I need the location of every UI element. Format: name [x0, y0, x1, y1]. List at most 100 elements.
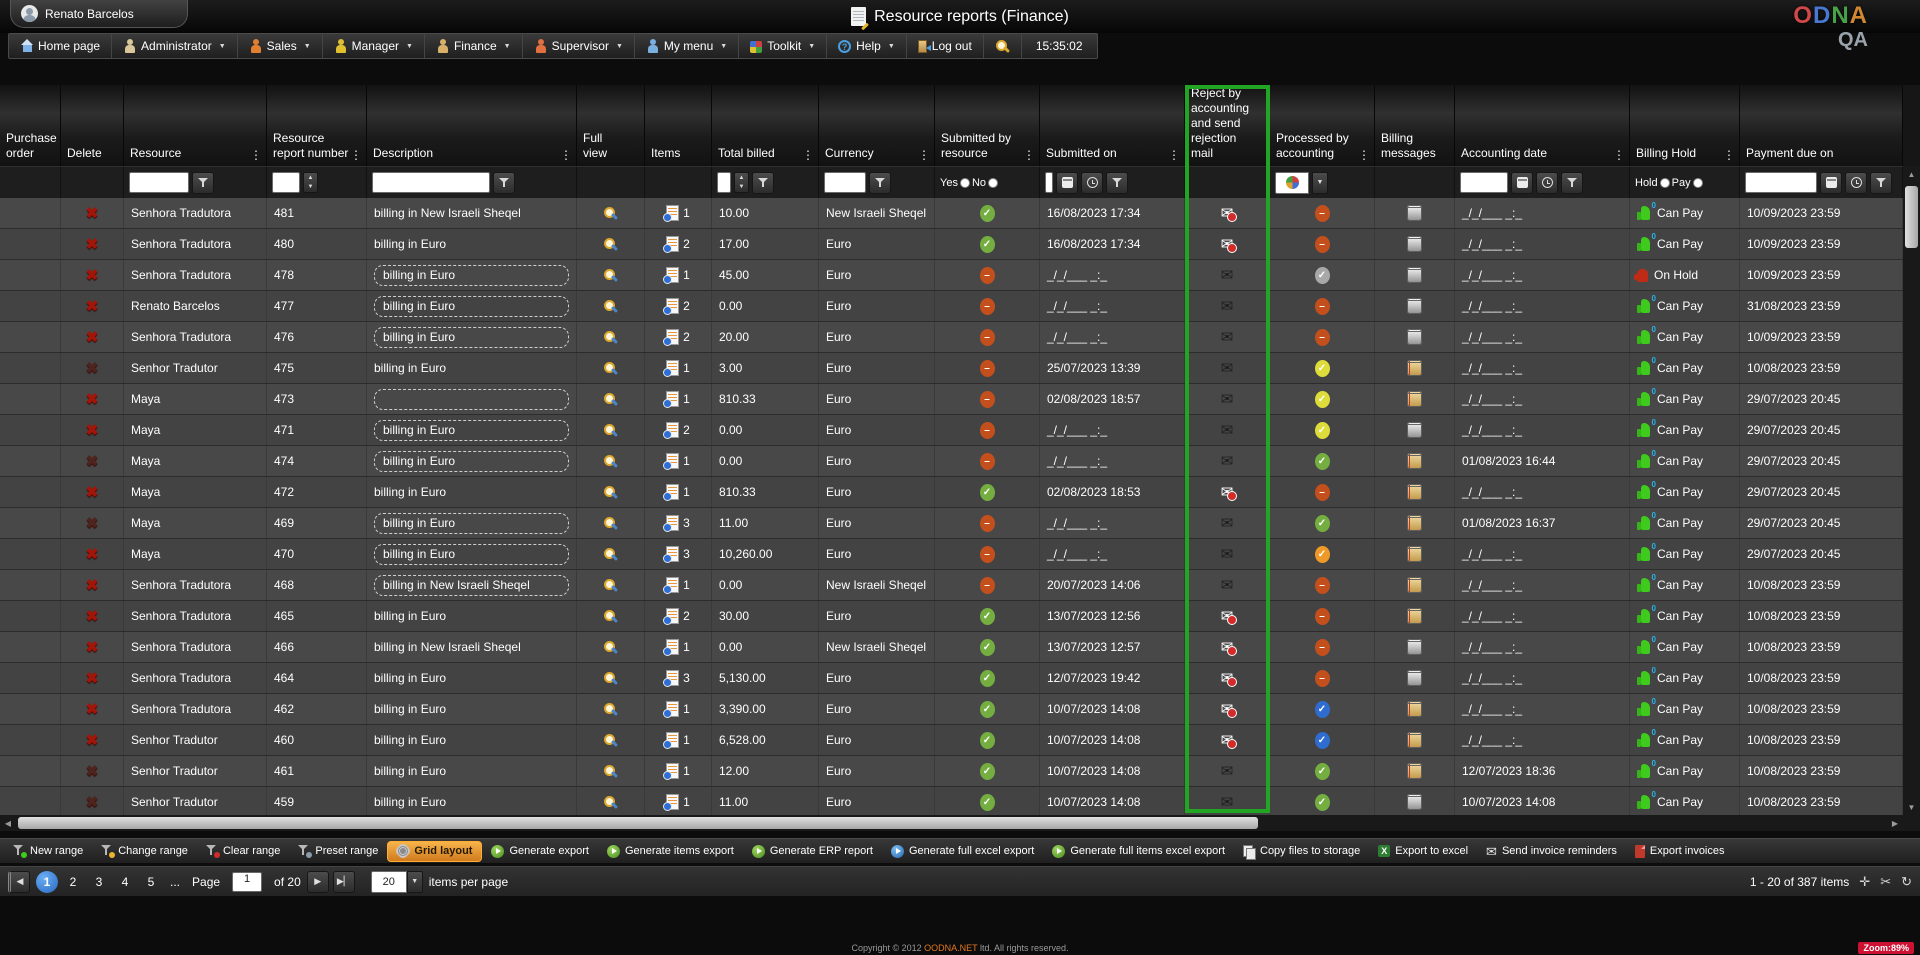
status-orange-icon[interactable]: ✓: [1315, 546, 1330, 563]
delete-icon[interactable]: ✖: [86, 266, 99, 284]
status-yes-icon[interactable]: ✓: [980, 670, 995, 687]
can-pay-icon[interactable]: 0: [1637, 764, 1652, 778]
description-input[interactable]: billing in Euro: [374, 451, 569, 472]
status-green-icon[interactable]: ✓: [1315, 515, 1330, 532]
filter-icon[interactable]: [192, 172, 214, 194]
scroll-left-icon[interactable]: ◀: [0, 815, 16, 831]
items-icon[interactable]: [666, 453, 679, 469]
pay-radio[interactable]: [1693, 178, 1703, 188]
full-view-icon[interactable]: [603, 702, 618, 717]
delete-icon[interactable]: ✖: [86, 483, 99, 501]
status-minus-icon[interactable]: –: [980, 391, 995, 408]
mail-icon[interactable]: ✉: [1221, 299, 1234, 314]
billing-messages-icon[interactable]: [1407, 453, 1422, 469]
column-menu-icon[interactable]: ⋮: [1358, 150, 1370, 160]
delete-icon[interactable]: ✖: [86, 328, 99, 346]
status-minus-icon[interactable]: –: [980, 422, 995, 439]
billing-messages-icon[interactable]: [1407, 794, 1422, 810]
full-view-icon[interactable]: [603, 516, 618, 531]
full-view-icon[interactable]: [603, 361, 618, 376]
billing-messages-icon[interactable]: [1407, 546, 1422, 562]
menu-item-administrator[interactable]: Administrator▼: [112, 34, 238, 58]
page-number-3[interactable]: 3: [88, 871, 110, 893]
detach-icon[interactable]: ✂: [1880, 874, 1891, 890]
status-yellow-icon[interactable]: ✓: [1315, 391, 1330, 408]
mail-icon[interactable]: ✉: [1221, 454, 1234, 469]
can-pay-icon[interactable]: 0: [1637, 423, 1652, 437]
mail-icon[interactable]: ✉: [1221, 764, 1234, 779]
filter-input[interactable]: [1745, 172, 1817, 193]
global-search-button[interactable]: [984, 34, 1022, 58]
status-yes-icon[interactable]: ✓: [980, 701, 995, 718]
rejection-mail-sent-icon[interactable]: ✉: [1221, 671, 1234, 686]
delete-icon[interactable]: ✖: [86, 669, 99, 687]
refresh-icon[interactable]: ↻: [1901, 874, 1912, 890]
can-pay-icon[interactable]: 0: [1637, 671, 1652, 685]
delete-icon[interactable]: ✖: [86, 297, 99, 315]
filter-icon[interactable]: [1561, 172, 1583, 194]
full-view-icon[interactable]: [603, 485, 618, 500]
column-header-report_number[interactable]: Resource report number⋮: [267, 85, 367, 166]
items-icon[interactable]: [666, 794, 679, 810]
toolbar-button-generate-export[interactable]: Generate export: [482, 841, 598, 862]
full-view-icon[interactable]: [603, 392, 618, 407]
first-page-button[interactable]: ◀: [8, 871, 30, 893]
filter-icon[interactable]: [752, 172, 774, 194]
status-yes-icon[interactable]: ✓: [980, 794, 995, 811]
status-yellow-icon[interactable]: ✓: [1315, 360, 1330, 377]
can-pay-icon[interactable]: 0: [1637, 609, 1652, 623]
mail-icon[interactable]: ✉: [1221, 361, 1234, 376]
column-header-description[interactable]: Description⋮: [367, 85, 577, 166]
status-minus-icon[interactable]: –: [980, 577, 995, 594]
full-view-icon[interactable]: [603, 578, 618, 593]
can-pay-icon[interactable]: 0: [1637, 361, 1652, 375]
dropdown-icon[interactable]: ▼: [1312, 172, 1328, 194]
column-header-processed[interactable]: Processed by accounting⋮: [1270, 85, 1375, 166]
column-menu-icon[interactable]: ⋮: [350, 150, 362, 160]
column-menu-icon[interactable]: ⋮: [1023, 150, 1035, 160]
page-number-1[interactable]: 1: [36, 871, 58, 893]
column-menu-icon[interactable]: ⋮: [560, 150, 572, 160]
rejection-mail-sent-icon[interactable]: ✉: [1221, 640, 1234, 655]
clock-icon[interactable]: [1081, 172, 1103, 194]
description-input[interactable]: billing in Euro: [374, 296, 569, 317]
status-green-icon[interactable]: ✓: [1315, 794, 1330, 811]
status-yellow-icon[interactable]: ✓: [1315, 422, 1330, 439]
status-yes-icon[interactable]: ✓: [980, 763, 995, 780]
menu-item-manager[interactable]: Manager▼: [323, 34, 425, 58]
status-yes-icon[interactable]: ✓: [980, 608, 995, 625]
can-pay-icon[interactable]: 0: [1637, 392, 1652, 406]
full-view-icon[interactable]: [603, 640, 618, 655]
page-number-5[interactable]: 5: [140, 871, 162, 893]
rejection-mail-sent-icon[interactable]: ✉: [1221, 206, 1234, 221]
full-view-icon[interactable]: [603, 423, 618, 438]
no-radio[interactable]: [988, 178, 998, 188]
delete-icon[interactable]: ✖: [86, 793, 99, 811]
filter-input[interactable]: [824, 172, 866, 193]
page-number-2[interactable]: 2: [62, 871, 84, 893]
status-minus-icon[interactable]: –: [1315, 484, 1330, 501]
can-pay-icon[interactable]: 0: [1637, 547, 1652, 561]
status-minus-icon[interactable]: –: [980, 546, 995, 563]
column-header-billing_messages[interactable]: Billing messages: [1375, 85, 1455, 166]
on-hold-icon[interactable]: [1637, 269, 1648, 282]
rejection-mail-sent-icon[interactable]: ✉: [1221, 702, 1234, 717]
column-header-payment_due[interactable]: Payment due on: [1740, 85, 1903, 166]
can-pay-icon[interactable]: 0: [1637, 795, 1652, 809]
billing-messages-icon[interactable]: [1407, 391, 1422, 407]
toolbar-button-generate-full-items-excel-export[interactable]: Generate full items excel export: [1043, 841, 1234, 862]
toolbar-button-export-to-excel[interactable]: XExport to excel: [1369, 841, 1477, 862]
toolbar-button-clear-range[interactable]: Clear range: [197, 841, 289, 862]
can-pay-icon[interactable]: 0: [1637, 330, 1652, 344]
status-minus-icon[interactable]: –: [1315, 329, 1330, 346]
next-page-button[interactable]: ▶: [307, 871, 329, 893]
column-header-submitted_by[interactable]: Submitted by resource⋮: [935, 85, 1040, 166]
status-yes-icon[interactable]: ✓: [980, 639, 995, 656]
number-stepper[interactable]: ▲▼: [734, 172, 749, 193]
mail-icon[interactable]: ✉: [1221, 516, 1234, 531]
can-pay-icon[interactable]: 0: [1637, 702, 1652, 716]
status-yes-icon[interactable]: ✓: [980, 236, 995, 253]
horizontal-scrollbar[interactable]: ◀ ▶: [0, 815, 1903, 831]
rejection-mail-sent-icon[interactable]: ✉: [1221, 733, 1234, 748]
filter-input[interactable]: [129, 172, 189, 193]
